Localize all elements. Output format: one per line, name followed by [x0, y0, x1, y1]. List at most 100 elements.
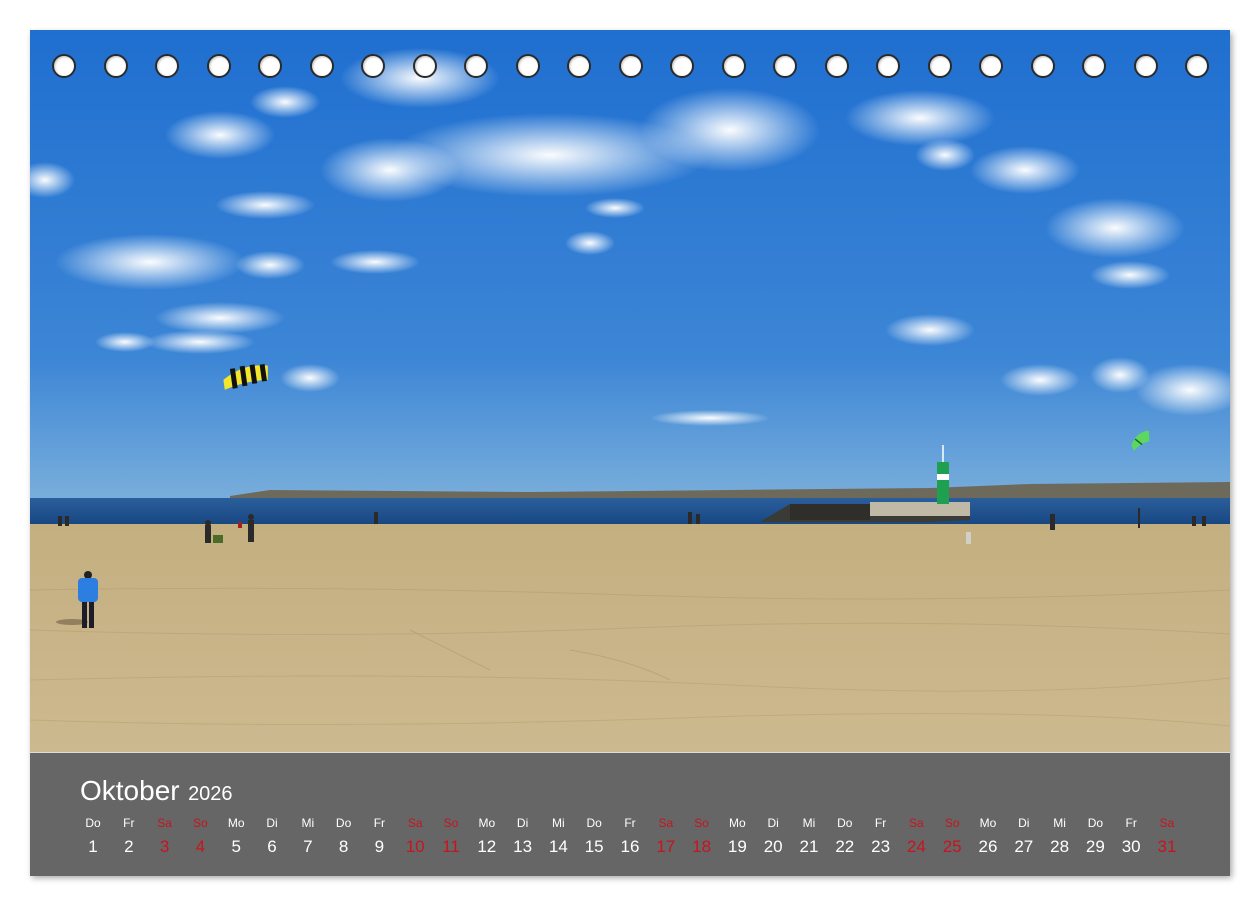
day-number: 16 — [620, 837, 640, 856]
calendar-day: Mo 5 — [218, 815, 254, 857]
calendar-day: So 18 — [684, 815, 720, 857]
day-of-week-label: Do — [1087, 816, 1104, 830]
binding-hole — [258, 54, 282, 78]
day-number: 27 — [1014, 837, 1034, 856]
day-of-week-label: So — [694, 816, 709, 830]
binding-hole — [773, 54, 797, 78]
day-number: 9 — [374, 837, 385, 856]
calendar-day: So 11 — [433, 815, 469, 857]
day-number: 26 — [978, 837, 998, 856]
day-number: 4 — [195, 837, 206, 856]
day-of-week-label: Fr — [874, 816, 887, 830]
day-row: Do 1 Fr 2 Sa 3 So 4 Mo 5 Di 6 Mi 7 Do 8 Fr 9 Sa 10 So 11 Mo 12 D… — [75, 815, 1209, 865]
day-of-week-label: Mo — [478, 816, 496, 830]
binding-hole — [206, 54, 231, 78]
day-of-week-label: So — [944, 816, 960, 830]
binding-hole — [103, 54, 128, 78]
binding-hole — [618, 54, 643, 78]
day-of-week-label: Mi — [802, 816, 816, 830]
day-of-week-label: Sa — [1159, 816, 1175, 830]
calendar-day: So 4 — [182, 815, 218, 857]
binding-hole — [52, 54, 76, 78]
day-number: 18 — [692, 837, 712, 856]
day-number: 20 — [763, 837, 783, 856]
calendar-day: Sa 31 — [1149, 815, 1185, 857]
calendar-day: Sa 17 — [648, 815, 684, 857]
day-number: 1 — [88, 837, 98, 856]
day-of-week-label: So — [443, 816, 459, 830]
ring-binding — [30, 54, 1230, 80]
month-title: Oktober 2026 — [80, 775, 233, 807]
calendar-day: Di 20 — [755, 815, 791, 857]
binding-hole — [824, 54, 849, 78]
day-of-week-label: Do — [586, 816, 602, 830]
day-of-week-label: Fr — [123, 816, 135, 830]
calendar-day: Do 1 — [75, 815, 111, 857]
calendar-day: Do 8 — [326, 815, 362, 857]
day-number: 3 — [159, 837, 170, 856]
day-number: 23 — [871, 837, 891, 856]
day-number: 13 — [513, 837, 533, 856]
day-of-week-label: Di — [516, 816, 529, 830]
day-number: 6 — [267, 837, 277, 856]
calendar-day: So 25 — [934, 815, 970, 857]
day-of-week-label: Fr — [373, 816, 386, 830]
calendar-day: Mi 28 — [1042, 815, 1078, 857]
calendar-day: Mo 26 — [970, 815, 1006, 857]
calendar-day: Mi 7 — [290, 815, 326, 857]
day-of-week-label: Mi — [1053, 816, 1066, 830]
calendar-day: Mo 19 — [719, 815, 755, 857]
day-number: 21 — [799, 837, 819, 856]
day-number: 31 — [1157, 837, 1177, 856]
day-number: 28 — [1050, 837, 1070, 856]
binding-hole — [361, 54, 385, 78]
calendar-panel: Oktober 2026 Do 1 Fr 2 Sa 3 So 4 Mo 5 Di 6 Mi 7 Do 8 Fr 9… — [30, 752, 1230, 876]
day-of-week-label: Mo — [979, 816, 997, 830]
day-of-week-label: Di — [1018, 816, 1030, 830]
binding-hole — [927, 54, 952, 78]
calendar-day: Di 6 — [254, 815, 290, 857]
calendar-day: Di 13 — [505, 815, 541, 857]
sand — [30, 524, 1230, 752]
day-of-week-label: Do — [335, 816, 352, 830]
calendar-day: Do 29 — [1077, 815, 1113, 857]
month-year: 2026 — [188, 783, 233, 805]
day-of-week-label: Fr — [624, 816, 636, 830]
day-of-week-label: Fr — [1125, 816, 1137, 830]
calendar-sheet: Oktober 2026 Do 1 Fr 2 Sa 3 So 4 Mo 5 Di 6 Mi 7 Do 8 Fr 9… — [30, 30, 1230, 876]
calendar-day: Mi 14 — [540, 815, 576, 857]
day-number: 8 — [338, 837, 349, 856]
day-of-week-label: Sa — [909, 816, 924, 830]
pier — [760, 502, 970, 522]
day-of-week-label: Do — [837, 816, 853, 830]
month-name: Oktober — [80, 775, 180, 806]
day-number: 19 — [727, 837, 747, 856]
day-number: 24 — [906, 837, 926, 856]
day-number: 17 — [656, 837, 676, 856]
calendar-day: Mi 21 — [791, 815, 827, 857]
binding-hole — [1185, 54, 1209, 78]
binding-hole — [464, 54, 488, 78]
binding-hole — [567, 54, 591, 78]
day-number: 11 — [442, 837, 460, 856]
calendar-day: Sa 10 — [397, 815, 433, 857]
day-of-week-label: Sa — [658, 816, 674, 830]
calendar-day: Sa 24 — [898, 815, 934, 857]
calendar-day: Do 15 — [576, 815, 612, 857]
calendar-day: Fr 16 — [612, 815, 648, 857]
day-number: 10 — [405, 837, 425, 856]
calendar-day: Sa 3 — [147, 815, 183, 857]
day-number: 12 — [477, 837, 497, 856]
binding-hole — [721, 54, 746, 78]
day-of-week-label: Mo — [729, 816, 746, 830]
calendar-day: Do 22 — [827, 815, 863, 857]
binding-hole — [1030, 54, 1055, 78]
binding-hole — [155, 54, 179, 78]
calendar-day: Mo 12 — [469, 815, 505, 857]
calendar-day: Fr 9 — [361, 815, 397, 857]
day-of-week-label: So — [193, 816, 208, 830]
day-of-week-label: Di — [767, 816, 779, 830]
calendar-day: Fr 2 — [111, 815, 147, 857]
calendar-day: Fr 30 — [1113, 815, 1149, 857]
day-of-week-label: Di — [266, 816, 278, 830]
